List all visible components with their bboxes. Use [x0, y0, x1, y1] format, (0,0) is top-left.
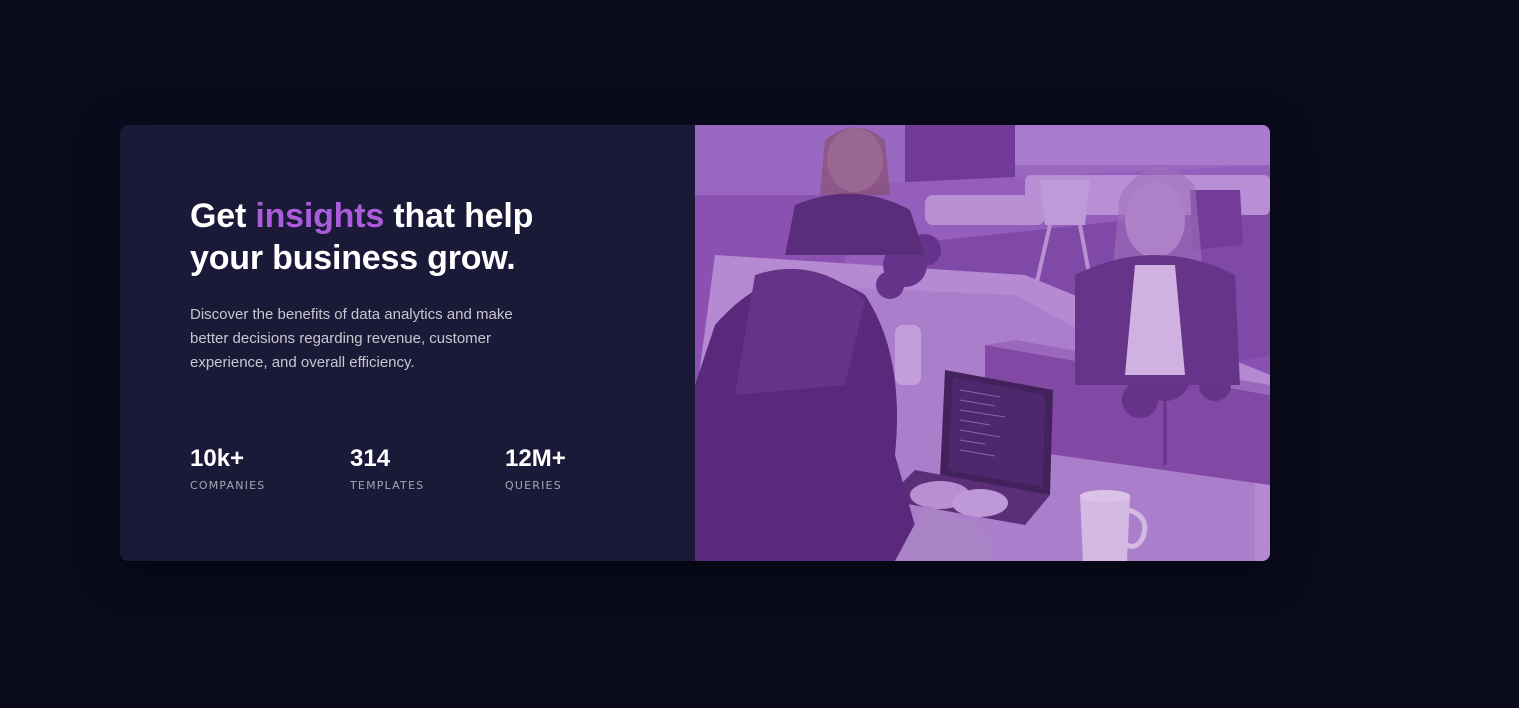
stat-label: COMPANIES [190, 479, 266, 492]
stat-label: TEMPLATES [350, 479, 425, 492]
team-working-photo [695, 125, 1270, 561]
card-content: Get insights that help your business gro… [120, 125, 695, 561]
headline-before: Get [190, 197, 256, 235]
stat-companies: 10k+ COMPANIES [190, 443, 266, 494]
stat-value: 12M+ [505, 445, 566, 472]
headline: Get insights that help your business gro… [190, 195, 590, 279]
stat-queries: 12M+ QUERIES [505, 443, 566, 494]
stat-value: 10k+ [190, 445, 245, 472]
stat-templates: 314 TEMPLATES [350, 443, 424, 494]
stats-row: 10k+ COMPANIES 314 TEMPLATES 12M+ QUERIE… [190, 443, 610, 503]
photo-illustration [695, 125, 1270, 561]
headline-accent: insights [255, 197, 385, 235]
stat-label: QUERIES [505, 479, 562, 492]
description: Discover the benefits of data analytics … [190, 306, 513, 371]
stat-value: 314 [350, 445, 391, 472]
stats-preview-card: Get insights that help your business gro… [120, 125, 1270, 561]
